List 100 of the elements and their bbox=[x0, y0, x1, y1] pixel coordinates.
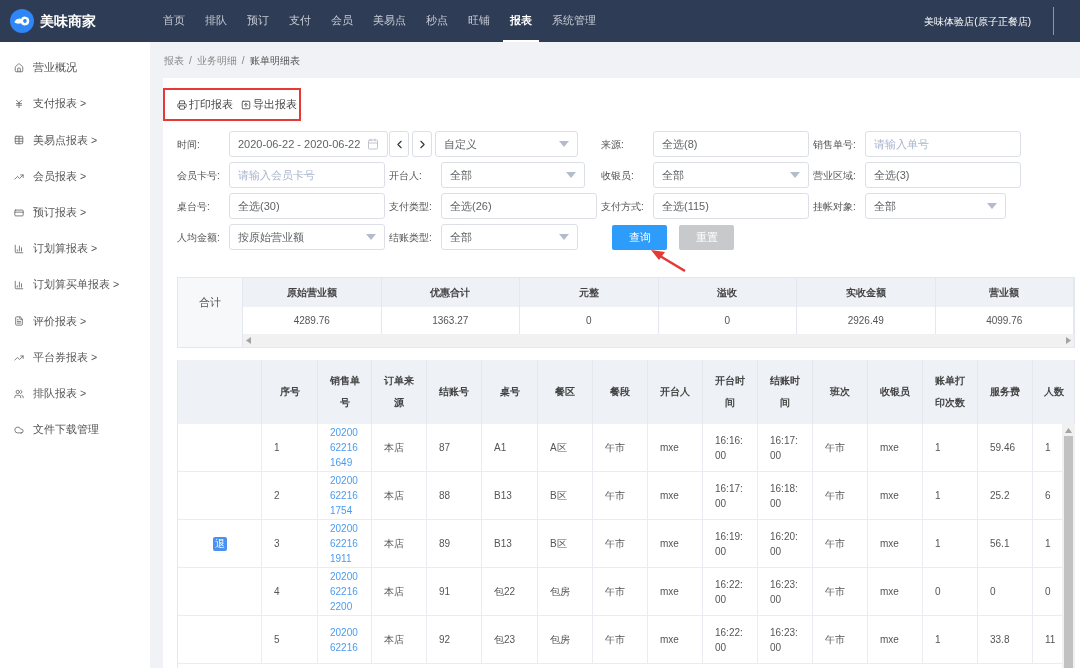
table-cell-text: 16:16:00 bbox=[715, 433, 744, 463]
date-range-field[interactable]: 2020-06-22 - 2020-06-22 bbox=[229, 131, 388, 157]
sidebar-item[interactable]: 排队报表 > bbox=[0, 375, 150, 412]
table-cell-text: 午市 bbox=[825, 441, 845, 455]
table-cell-text: 1 bbox=[1045, 537, 1051, 551]
nav-tab[interactable]: 预订 bbox=[240, 0, 276, 42]
column-header: 班次 bbox=[813, 360, 868, 424]
field-label: 来源: bbox=[601, 137, 625, 152]
table-cell-text: 本店 bbox=[384, 441, 404, 455]
table-cell-text: 16:22:00 bbox=[715, 577, 744, 607]
column-header: 订单来源 bbox=[372, 360, 427, 424]
scrollbar-thumb[interactable] bbox=[1064, 436, 1073, 668]
field-label: 会员卡号: bbox=[177, 168, 221, 183]
nav-tab[interactable]: 旺铺 bbox=[461, 0, 497, 42]
table-cell-text: 包房 bbox=[550, 633, 570, 647]
table-cell-text: 午市 bbox=[825, 633, 845, 647]
menu-item-icon bbox=[14, 388, 24, 399]
scroll-left-icon[interactable] bbox=[246, 337, 251, 344]
scroll-right-icon[interactable] bbox=[1066, 337, 1071, 344]
store-name[interactable]: 美味体验店(原子正餐店) bbox=[924, 13, 1031, 29]
sidebar-item[interactable]: 订划算买单报表 > bbox=[0, 267, 150, 304]
brand-name: 美味商家 bbox=[40, 11, 96, 31]
field-label: 时间: bbox=[177, 137, 201, 152]
export-button[interactable]: 导出报表 bbox=[241, 96, 297, 113]
table-cell-text: A1 bbox=[494, 441, 507, 455]
dropdown-caret-icon bbox=[366, 234, 376, 240]
print-button[interactable]: 打印报表 bbox=[177, 96, 233, 113]
sidebar-item[interactable]: 评价报表 > bbox=[0, 303, 150, 340]
input-field[interactable]: 全选(8) bbox=[653, 131, 809, 157]
breadcrumb-item: 账单明细表 bbox=[249, 53, 300, 68]
summary-label-cell: 合计 bbox=[178, 278, 243, 347]
table-cell-text: mxe bbox=[880, 585, 899, 599]
table-cell-text: 56.1 bbox=[990, 537, 1010, 551]
select-field[interactable]: 全部 bbox=[653, 162, 809, 188]
table-cell-text: 0 bbox=[990, 585, 996, 599]
sidebar-item[interactable]: 营业概况 bbox=[0, 50, 150, 87]
nav-tab[interactable]: 排队 bbox=[198, 0, 234, 42]
export-icon bbox=[241, 99, 251, 110]
menu-item-icon bbox=[14, 171, 24, 182]
column-header: 账单打印次数 bbox=[923, 360, 978, 424]
dropdown-caret-icon bbox=[559, 234, 569, 240]
nav-tab[interactable]: 秒点 bbox=[419, 0, 455, 42]
select-field[interactable]: 全部 bbox=[441, 224, 578, 250]
previous-button[interactable] bbox=[389, 131, 409, 157]
sidebar-item[interactable]: 会员报表 > bbox=[0, 158, 150, 195]
menu-item-icon bbox=[14, 99, 24, 110]
select-field[interactable]: 按原始营业额 bbox=[229, 224, 385, 250]
printer-icon bbox=[177, 99, 187, 110]
sidebar-item[interactable]: 订划算报表 > bbox=[0, 230, 150, 268]
table-cell-text: mxe bbox=[660, 585, 679, 599]
table-cell-text: 16:17:00 bbox=[770, 433, 799, 463]
nav-tab[interactable]: 会员 bbox=[324, 0, 360, 42]
table-cell-text: mxe bbox=[660, 537, 679, 551]
summary-header-cell: 原始营业额 bbox=[243, 278, 382, 307]
column-header: 序号 bbox=[262, 360, 318, 424]
input-field[interactable]: 全选(3) bbox=[865, 162, 1021, 188]
menu-item-icon bbox=[14, 280, 24, 291]
horizontal-scrollbar[interactable] bbox=[243, 334, 1074, 347]
sidebar-item[interactable]: 预订报表 > bbox=[0, 194, 150, 231]
table-cell-text: 本店 bbox=[384, 489, 404, 503]
table-cell-text: B区 bbox=[550, 489, 567, 503]
table-cell-text: B区 bbox=[550, 537, 567, 551]
column-header: 开台时间 bbox=[703, 360, 758, 424]
table-cell-text: 午市 bbox=[605, 489, 625, 503]
input-field[interactable]: 全选(115) bbox=[653, 193, 809, 219]
table-cell-text: 16:20:00 bbox=[770, 529, 799, 559]
calendar-icon bbox=[367, 138, 379, 150]
sidebar-item[interactable]: 文件下载管理 bbox=[0, 411, 150, 449]
sidebar-item[interactable]: 美易点报表 > bbox=[0, 122, 150, 159]
field-label: 桌台号: bbox=[177, 199, 211, 214]
table-cell-text: 1 bbox=[935, 489, 941, 503]
table-cell-text: 午市 bbox=[825, 585, 845, 599]
scroll-up-icon[interactable] bbox=[1065, 428, 1072, 433]
nav-tab[interactable]: 美易点 bbox=[366, 0, 413, 42]
nav-tab[interactable]: 报表 bbox=[503, 0, 539, 42]
input-field[interactable]: 全选(26) bbox=[441, 193, 597, 219]
nav-tab[interactable]: 支付 bbox=[282, 0, 318, 42]
table-cell-text: 包房 bbox=[550, 585, 570, 599]
table-cell-text: 92 bbox=[439, 633, 451, 647]
sidebar-item[interactable]: 支付报表 > bbox=[0, 86, 150, 123]
select-field[interactable]: 全部 bbox=[441, 162, 585, 188]
table-cell-text: 5 bbox=[274, 633, 280, 647]
table-cell-text: 16:19:00 bbox=[715, 529, 744, 559]
table-cell-text: 本店 bbox=[384, 537, 404, 551]
table-cell-text: 6 bbox=[1045, 489, 1051, 503]
dropdown-caret-icon bbox=[566, 172, 576, 178]
table-cell-text: mxe bbox=[880, 537, 899, 551]
nav-tab[interactable]: 首页 bbox=[156, 0, 192, 42]
sidebar-item[interactable]: 平台券报表 > bbox=[0, 339, 150, 376]
next-button[interactable] bbox=[412, 131, 432, 157]
input-field[interactable]: 全选(30) bbox=[229, 193, 385, 219]
table-cell-text: 33.8 bbox=[990, 633, 1010, 647]
select-field[interactable]: 全部 bbox=[865, 193, 1006, 219]
period-select[interactable]: 自定义 bbox=[435, 131, 578, 157]
vertical-scrollbar[interactable] bbox=[1062, 424, 1075, 668]
nav-tab[interactable]: 系统管理 bbox=[545, 0, 603, 42]
menu-item-icon bbox=[14, 207, 24, 218]
table-cell-text: 1 bbox=[935, 537, 941, 551]
breadcrumb-separator: / bbox=[241, 53, 245, 68]
field-label: 收银员: bbox=[601, 168, 635, 183]
